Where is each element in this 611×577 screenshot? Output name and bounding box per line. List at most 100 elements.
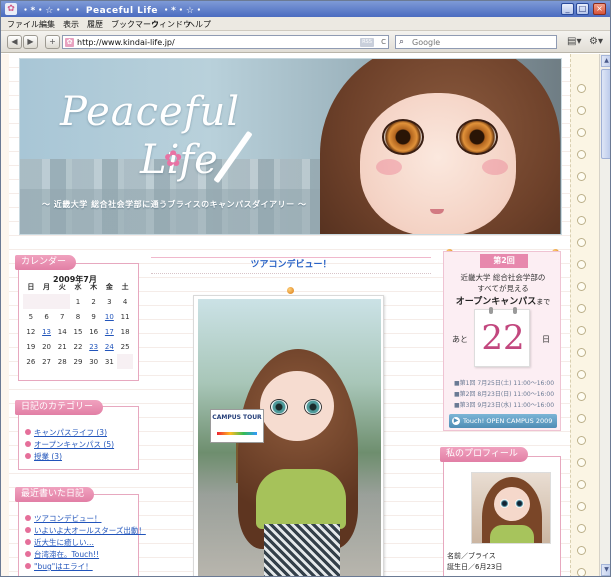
vertical-scrollbar[interactable]: ▲ ▼ [599,54,610,576]
calendar-day: 30 [89,357,99,366]
calendar-day: 6 [44,312,49,321]
recent-item[interactable]: いよいよ大オールスターズ出動！ [25,525,146,537]
address-bar[interactable]: ✿ RSS C [62,35,389,49]
binder-ring [513,307,517,314]
menu-file[interactable]: ファイル [7,19,39,30]
doll-eye [500,499,509,508]
calendar-week: 26 27 28 29 30 31 [23,354,133,369]
ring [577,260,586,269]
open-campus-dates: ■第1回 7月25日(土) 11:00〜16:00 ■第2回 8月23日(日) … [454,378,554,411]
calendar-empty-cell [117,354,133,369]
calendar-grid: 日月火水木金土 1 2 3 4 5 6 7 8 9 10 11 12 13 14 15 16 17 18 19 20 2… [23,279,133,369]
doll-cheek [482,159,508,175]
post-photo[interactable]: CAMPUS TOUR [193,295,384,576]
calendar-week: 12 13 14 15 16 17 18 [23,324,133,339]
header-banner[interactable]: Peaceful Life ✿ 〜 近畿大学 総合社会学部に通うブライスのキャン… [19,58,562,235]
calendar-week: 1 2 3 4 [23,294,133,309]
categories-header: 日記のカテゴリー [15,400,104,415]
back-button[interactable]: ◀ [7,35,22,49]
ring [577,348,586,357]
calendar-day: 21 [57,342,67,351]
calendar-weekday: 日 [27,282,35,291]
search-input[interactable] [412,37,550,48]
calendar-day: 29 [73,357,83,366]
window-title: ・*・☆・・・ Peaceful Life ・*・☆・ [21,6,204,16]
calendar-week: 19 20 21 22 23 24 25 [23,339,133,354]
ring [577,392,586,401]
campus-tour-sign: CAMPUS TOUR [210,409,264,443]
calendar-day: 19 [26,342,36,351]
calendar-day: 31 [104,357,114,366]
calendar-weekday: 金 [105,282,113,291]
minimize-button[interactable]: _ [561,3,574,15]
add-tab-button[interactable]: + [45,35,60,49]
open-campus-countdown: 第2回 近畿大学 総合社会学部の すべてが見える オープンキャンパスまで あと … [443,251,561,431]
browser-window: ✿ ・*・☆・・・ Peaceful Life ・*・☆・ _ □ × ファイル… [0,0,611,577]
menu-view[interactable]: 表示 [63,19,79,30]
doll-skirt [264,524,340,576]
ring [577,568,586,576]
doll-eye [270,399,288,415]
doll-eye [456,119,498,155]
menu-history[interactable]: 履歴 [87,19,103,30]
ring [577,84,586,93]
maximize-button[interactable]: □ [576,3,589,15]
profile-birthday: 誕生日／6月23日 [447,563,503,571]
recent-item[interactable]: ツアコンデビュー！ [25,513,146,525]
calendar-empty-cell [23,294,39,309]
category-item[interactable]: キャンパスライフ (3) [25,427,114,439]
bullet-icon [25,453,31,459]
calendar-day: 2 [91,297,96,306]
ring [577,216,586,225]
calendar-day: 27 [42,357,52,366]
menu-bar: ファイル 編集 表示 履歴 ブックマーク ウィンドウ ヘルプ [1,17,610,31]
scroll-down-button[interactable]: ▼ [601,564,610,576]
scroll-thumb[interactable] [601,69,610,159]
countdown-badge: 第2回 [480,254,528,268]
calendar-weekday: 月 [43,282,51,291]
calendar-day: 11 [120,312,130,321]
recent-header: 最近書いた日記 [15,487,95,502]
profile-photo[interactable] [471,472,551,544]
open-campus-button[interactable]: ▶ Touch! OPEN CAMPUS 2009 [449,414,557,428]
post-title[interactable]: ツアコンデビュー！ [151,257,431,274]
calendar-day[interactable]: 13 [39,324,55,339]
notebook-rings [570,54,599,576]
calendar-day[interactable]: 23 [86,339,102,354]
menu-window[interactable]: ウィンドウ [151,19,191,30]
countdown-line2: すべてが見える [477,284,529,293]
recent-item[interactable]: 近大生に癒しい… [25,537,146,549]
calendar-day[interactable]: 24 [102,339,118,354]
ring [577,194,586,203]
category-item[interactable]: 授業 (3) [25,451,114,463]
countdown-line1: 近畿大学 総合社会学部の [460,273,546,282]
calendar-day: 20 [42,342,52,351]
doll-cheek [376,159,402,175]
url-input[interactable] [77,37,347,48]
countdown-prefix: あと [452,335,468,344]
ring [577,436,586,445]
close-button[interactable]: × [593,3,606,15]
menu-edit[interactable]: 編集 [39,19,55,30]
calendar-day[interactable]: 10 [102,309,118,324]
ring [577,238,586,247]
menu-help[interactable]: ヘルプ [187,19,211,30]
reload-icon[interactable]: C [381,38,386,46]
search-box[interactable]: ⌕ [395,35,557,49]
recent-item[interactable]: "bug"はエライ！ [25,561,146,573]
recent-list: ツアコンデビュー！ いよいよ大オールスターズ出動！ 近大生に癒しい… 台湾滞在。… [25,513,146,573]
site-favicon: ✿ [65,38,74,47]
category-item[interactable]: オープンキャンパス (5) [25,439,114,451]
calendar-weekday: 土 [121,282,129,291]
scroll-up-button[interactable]: ▲ [601,55,610,67]
rss-icon[interactable]: RSS [360,38,374,47]
gear-icon[interactable]: ⚙▾ [589,36,603,47]
forward-button[interactable]: ▶ [23,35,38,49]
doll-eye [304,399,322,415]
calendar-day[interactable]: 17 [102,324,118,339]
calendar-empty-cell [54,294,71,309]
page-icon[interactable]: ▤▾ [567,36,581,47]
ring [577,502,586,511]
ring [577,326,586,335]
recent-item[interactable]: 台湾滞在。Touch!! [25,549,146,561]
